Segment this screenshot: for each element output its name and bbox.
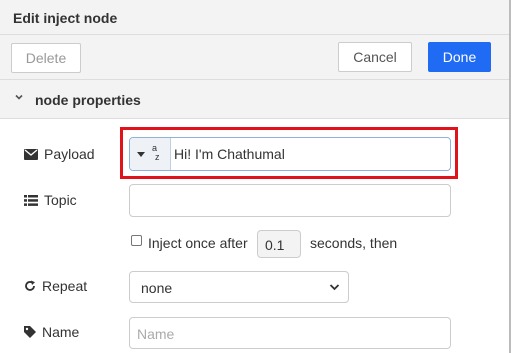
done-button[interactable]: Done <box>428 42 491 72</box>
topic-input[interactable] <box>129 184 451 217</box>
envelope-icon <box>24 148 38 160</box>
repeat-label-text: Repeat <box>42 278 88 294</box>
name-label-text: Name <box>42 324 80 340</box>
node-properties-section-toggle[interactable]: node properties <box>0 80 509 119</box>
chevron-down-icon <box>329 284 340 291</box>
repeat-selected-value: none <box>141 280 173 296</box>
payload-type-select[interactable]: az <box>130 138 171 170</box>
payload-value[interactable]: Hi! I'm Chathumal <box>174 146 285 162</box>
cancel-button[interactable]: Cancel <box>338 42 412 72</box>
tasks-list-icon <box>24 194 38 206</box>
repeat-icon <box>25 280 35 291</box>
name-placeholder: Name <box>137 326 175 342</box>
az-string-icon: az <box>152 143 160 162</box>
tray-title: Edit inject node <box>13 10 118 26</box>
delete-button[interactable]: Delete <box>11 43 81 73</box>
edit-tray: Edit inject node Delete Cancel Done node… <box>0 0 511 353</box>
payload-label: Payload <box>24 146 95 162</box>
section-label: node properties <box>35 92 141 108</box>
repeat-label: Repeat <box>24 278 87 294</box>
inject-delay-input[interactable]: 0.1 <box>257 230 301 258</box>
payload-label-text: Payload <box>44 146 95 162</box>
inject-once-label: Inject once after <box>148 235 248 251</box>
payload-typed-input[interactable]: az Hi! I'm Chathumal <box>129 137 451 171</box>
tag-icon <box>24 326 36 338</box>
name-label: Name <box>24 324 79 340</box>
caret-down-icon <box>137 152 145 157</box>
topic-label-text: Topic <box>44 192 77 208</box>
name-input[interactable]: Name <box>129 317 451 349</box>
repeat-select[interactable]: none <box>129 271 349 303</box>
topic-label: Topic <box>24 192 77 208</box>
tray-toolbar: Delete Cancel Done <box>0 35 509 80</box>
chevron-down-icon <box>15 94 23 100</box>
inject-once-checkbox[interactable] <box>131 235 142 246</box>
tray-header: Edit inject node <box>0 0 509 35</box>
inject-delay-suffix: seconds, then <box>310 235 398 251</box>
